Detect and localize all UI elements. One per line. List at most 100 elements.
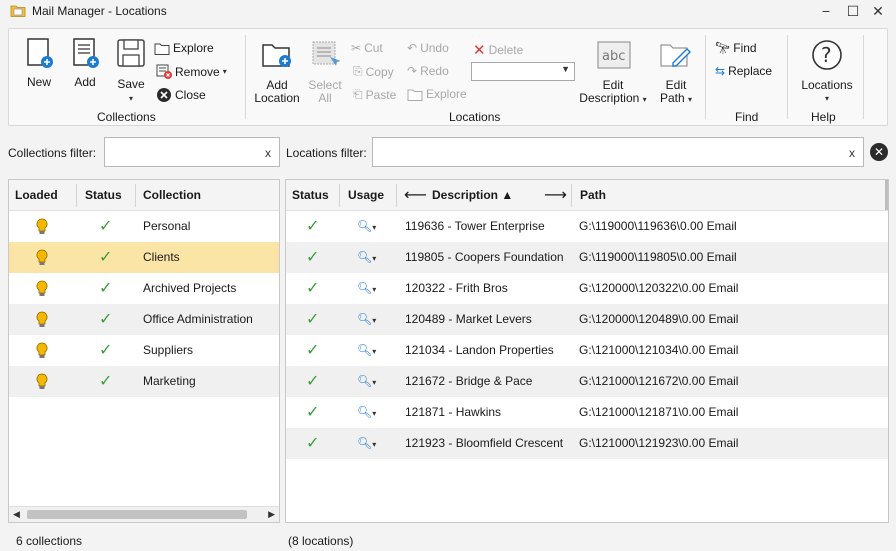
close-collection-button[interactable]: Close [156, 87, 206, 103]
collection-row[interactable]: ✓ Archived Projects [9, 273, 279, 304]
explore-collection-button[interactable]: Explore [154, 41, 214, 55]
ribbon-separator [787, 35, 788, 119]
usage-search-dropdown-icon[interactable]: 🔍︎▾ [357, 273, 376, 304]
location-description: 119636 - Tower Enterprise [405, 219, 545, 233]
text-box-icon: abc [597, 41, 631, 69]
usage-search-dropdown-icon[interactable]: 🔍︎▾ [357, 304, 376, 335]
status-check-icon: ✓ [99, 342, 113, 359]
scroll-right-column-arrow-icon[interactable]: ⟶ [538, 180, 567, 211]
app-folder-icon [10, 5, 26, 17]
location-row[interactable]: ✓ 🔍︎▾ 120322 - Frith Bros G:\120000\1203… [286, 273, 888, 304]
clear-collections-filter-button[interactable]: x [265, 146, 271, 160]
collections-filter-input[interactable]: x [104, 137, 280, 167]
window-title: Mail Manager - Locations [32, 4, 167, 18]
add-folder-icon [262, 44, 291, 67]
copy-button[interactable]: ⎘ Copy [353, 64, 394, 79]
usage-search-dropdown-icon[interactable]: 🔍︎▾ [357, 242, 376, 273]
remove-collection-button[interactable]: Remove ▾ [156, 64, 227, 79]
status-check-icon: ✓ [306, 218, 320, 235]
scrollbar-thumb[interactable] [27, 510, 247, 519]
location-description: 120489 - Market Levers [405, 312, 532, 326]
edit-folder-icon [660, 44, 691, 67]
locations-grid: Status Usage ⟵ Description ▲ ⟶ Path ✓ 🔍︎… [285, 179, 889, 523]
add-location-button[interactable]: Add Location [251, 33, 303, 105]
status-check-icon: ✓ [306, 342, 320, 359]
clear-locations-filter-button[interactable]: x [849, 146, 855, 160]
location-path: G:\121000\121871\0.00 Email [579, 405, 739, 419]
redo-arrow-icon: ↷ [407, 64, 418, 78]
usage-search-dropdown-icon[interactable]: 🔍︎▾ [357, 335, 376, 366]
usage-search-dropdown-icon[interactable]: 🔍︎▾ [357, 397, 376, 428]
scroll-right-arrow-icon[interactable]: ▶ [268, 509, 275, 520]
undo-arrow-icon: ↶ [407, 41, 418, 55]
status-check-icon: ✓ [306, 311, 320, 328]
paste-button[interactable]: ⎗ Paste [353, 87, 396, 102]
svg-text:?: ? [821, 43, 832, 67]
usage-column-header[interactable]: Usage [342, 180, 384, 211]
location-dropdown[interactable]: ▼ [471, 62, 575, 81]
usage-search-dropdown-icon[interactable]: 🔍︎▾ [357, 428, 376, 459]
cut-button[interactable]: ✂ Cut [351, 41, 383, 55]
new-collection-button[interactable]: New [17, 33, 61, 93]
collections-horizontal-scrollbar[interactable]: ◀ ▶ [9, 506, 279, 522]
status-check-icon: ✓ [306, 404, 320, 421]
save-dropdown-caret: ▾ [128, 94, 133, 103]
close-circle-icon [157, 88, 171, 102]
copy-icon: ⎘ [353, 64, 363, 78]
vertical-scrollbar[interactable] [885, 180, 888, 210]
location-row[interactable]: ✓ 🔍︎▾ 120489 - Market Levers G:\120000\1… [286, 304, 888, 335]
collection-row[interactable]: ✓ Office Administration [9, 304, 279, 335]
replace-button[interactable]: ⇆ Replace [715, 64, 772, 78]
edit-description-button[interactable]: abc Edit Description ▾ [577, 33, 649, 105]
status-column-header[interactable]: Status [286, 180, 329, 211]
locations-grid-header: Status Usage ⟵ Description ▲ ⟶ Path [286, 180, 888, 211]
undo-button[interactable]: ↶ Undo [407, 41, 449, 55]
find-button[interactable]: 🔭︎ Find [715, 41, 757, 55]
collection-column-header[interactable]: Collection [137, 180, 201, 211]
select-all-button[interactable]: Select All [305, 33, 345, 105]
collection-row-selected[interactable]: ✓ Clients [9, 242, 279, 273]
redo-button[interactable]: ↷ Redo [407, 64, 449, 78]
location-path: G:\120000\120322\0.00 Email [579, 281, 739, 295]
edit-path-button[interactable]: Edit Path ▾ [653, 33, 699, 105]
location-path: G:\120000\120489\0.00 Email [579, 312, 739, 326]
explore-location-button[interactable]: Explore [407, 87, 467, 101]
collection-name: Archived Projects [143, 281, 237, 295]
collections-group-label: Collections [97, 110, 156, 124]
collection-row[interactable]: ✓ Suppliers [9, 335, 279, 366]
locations-filter-input[interactable]: x [372, 137, 864, 167]
collection-row[interactable]: ✓ Personal [9, 211, 279, 242]
locations-help-button[interactable]: ? Locations ▾ [793, 33, 861, 105]
collection-name: Clients [143, 250, 180, 264]
locations-count-status: (8 locations) [288, 534, 354, 548]
location-row[interactable]: ✓ 🔍︎▾ 119636 - Tower Enterprise G:\11900… [286, 211, 888, 242]
clear-all-filters-icon[interactable]: ✕ [870, 143, 888, 161]
path-column-header[interactable]: Path [574, 180, 606, 211]
collection-name: Marketing [143, 374, 196, 388]
collections-grid: Loaded Status Collection ✓ Personal ✓ Cl… [8, 179, 280, 523]
location-row[interactable]: ✓ 🔍︎▾ 119805 - Coopers Foundation G:\119… [286, 242, 888, 273]
status-column-header[interactable]: Status [79, 180, 122, 211]
description-column-header[interactable]: Description ▲ [426, 180, 513, 211]
minimize-button[interactable]: − [816, 2, 836, 20]
location-row[interactable]: ✓ 🔍︎▾ 121923 - Bloomfield Crescent G:\12… [286, 428, 888, 459]
scissors-icon: ✂ [351, 41, 362, 55]
save-collection-button[interactable]: Save ▾ [109, 33, 153, 105]
svg-text:abc: abc [602, 49, 625, 64]
maximize-button[interactable]: ☐ [843, 2, 863, 20]
status-check-icon: ✓ [306, 280, 320, 297]
delete-button[interactable]: ✕ Delete [473, 41, 523, 59]
usage-search-dropdown-icon[interactable]: 🔍︎▾ [357, 366, 376, 397]
location-path: G:\119000\119805\0.00 Email [579, 250, 737, 264]
location-row[interactable]: ✓ 🔍︎▾ 121672 - Bridge & Pace G:\121000\1… [286, 366, 888, 397]
scroll-left-column-arrow-icon[interactable]: ⟵ [400, 180, 427, 211]
collection-row[interactable]: ✓ Marketing [9, 366, 279, 397]
close-window-button[interactable]: ✕ [868, 2, 888, 20]
location-row[interactable]: ✓ 🔍︎▾ 121034 - Landon Properties G:\1210… [286, 335, 888, 366]
lightbulb-icon [36, 218, 48, 234]
usage-search-dropdown-icon[interactable]: 🔍︎▾ [357, 211, 376, 242]
loaded-column-header[interactable]: Loaded [9, 180, 58, 211]
add-collection-button[interactable]: Add [63, 33, 107, 93]
scroll-left-arrow-icon[interactable]: ◀ [13, 509, 20, 520]
location-row[interactable]: ✓ 🔍︎▾ 121871 - Hawkins G:\121000\121871\… [286, 397, 888, 428]
